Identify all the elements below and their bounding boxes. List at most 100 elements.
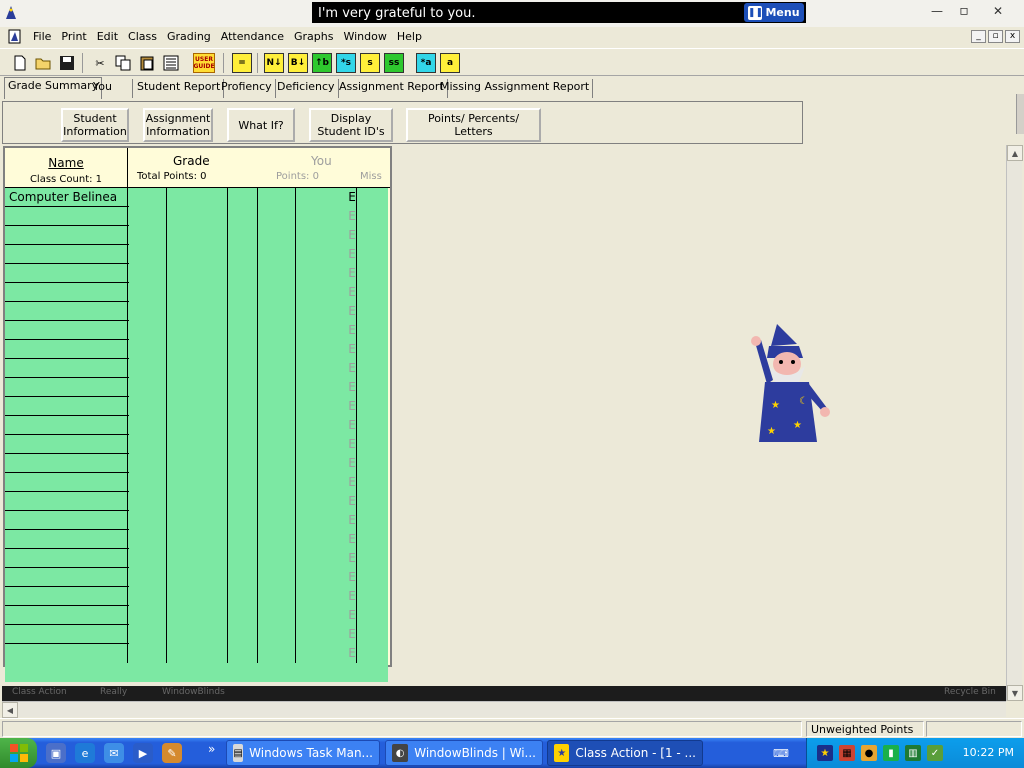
tab-grade-summary[interactable]: Grade Summary bbox=[4, 77, 103, 99]
grade-letter-cell[interactable]: E bbox=[347, 321, 357, 340]
menu-help[interactable]: Help bbox=[392, 30, 427, 43]
outer-scrollbar[interactable] bbox=[1016, 94, 1024, 134]
paint-icon[interactable]: ✎ bbox=[162, 743, 182, 763]
minimize-button[interactable]: — bbox=[925, 3, 949, 19]
star-a-icon[interactable]: *a bbox=[416, 53, 436, 73]
a-icon[interactable]: a bbox=[440, 53, 460, 73]
grade-letter-cell[interactable]: E bbox=[347, 530, 357, 549]
grade-letter-cell[interactable]: E bbox=[347, 283, 357, 302]
tab-deficiency[interactable]: Deficiency bbox=[274, 79, 339, 98]
equals-icon[interactable]: = bbox=[232, 53, 252, 73]
mdi-restore-button[interactable]: ▫ bbox=[988, 30, 1003, 43]
start-button[interactable] bbox=[0, 738, 37, 768]
scroll-down-arrow-icon[interactable]: ▼ bbox=[1007, 685, 1023, 701]
copy-icon[interactable] bbox=[113, 53, 133, 73]
wizard-tray-icon[interactable]: ★ bbox=[817, 745, 833, 761]
tab-you[interactable]: You bbox=[90, 79, 133, 98]
tab-assignment-report[interactable]: Assignment Report bbox=[336, 79, 448, 98]
grade-letter-cell[interactable]: E bbox=[347, 435, 357, 454]
media-player-icon[interactable]: ▶ bbox=[133, 743, 153, 763]
grade-letter-cell[interactable]: E bbox=[347, 359, 357, 378]
scroll-up-arrow-icon[interactable]: ▲ bbox=[1007, 145, 1023, 161]
menu-graphs[interactable]: Graphs bbox=[289, 30, 338, 43]
grade-letter-cell[interactable]: E bbox=[347, 378, 357, 397]
grade-letter-cell[interactable]: E bbox=[347, 302, 357, 321]
s-icon[interactable]: s bbox=[360, 53, 380, 73]
open-folder-icon[interactable] bbox=[34, 53, 54, 73]
network-icon[interactable]: ● bbox=[861, 745, 877, 761]
taskbar-clock[interactable]: 10:22 PM bbox=[963, 746, 1014, 759]
scroll-left-arrow-icon[interactable]: ◀ bbox=[2, 702, 18, 718]
menu-print[interactable]: Print bbox=[56, 30, 91, 43]
save-disk-icon[interactable] bbox=[57, 53, 77, 73]
internet-explorer-icon[interactable]: e bbox=[75, 743, 95, 763]
student-information-button[interactable]: Student Information bbox=[61, 108, 129, 142]
mdi-close-button[interactable]: x bbox=[1005, 30, 1020, 43]
grade-letter-cell[interactable]: E bbox=[347, 625, 357, 644]
app-wizard-icon[interactable] bbox=[2, 3, 20, 21]
points-percents-letters-button[interactable]: Points/ Percents/ Letters bbox=[406, 108, 541, 142]
what-if-button[interactable]: What If? bbox=[227, 108, 295, 142]
assistant-menu-button[interactable]: ❚❚ Menu bbox=[744, 3, 804, 22]
list-icon[interactable] bbox=[161, 53, 181, 73]
security-icon[interactable]: ▦ bbox=[839, 745, 855, 761]
chart-tray-icon[interactable]: ▮ bbox=[883, 745, 899, 761]
grade-letter-cell[interactable]: E bbox=[347, 416, 357, 435]
grade-letter-cell[interactable]: E bbox=[347, 549, 357, 568]
tab-missing-assignment-report[interactable]: Missing Assignment Report bbox=[437, 79, 594, 98]
menu-attendance[interactable]: Attendance bbox=[216, 30, 289, 43]
name-column-header[interactable]: Name bbox=[5, 156, 127, 170]
menu-class[interactable]: Class bbox=[123, 30, 162, 43]
grade-letter-cell[interactable]: E bbox=[347, 587, 357, 606]
grade-letter-cell[interactable]: E bbox=[347, 340, 357, 359]
ss-icon[interactable]: ss bbox=[384, 53, 404, 73]
sort-b-icon[interactable]: B↓ bbox=[288, 53, 308, 73]
mdi-minimize-button[interactable]: _ bbox=[971, 30, 986, 43]
grade-letter-cell[interactable]: E bbox=[347, 606, 357, 625]
tab-student-report[interactable]: Student Report bbox=[134, 79, 225, 98]
assignment-column-header[interactable]: You bbox=[311, 154, 332, 168]
sort-up-icon[interactable]: ↑b bbox=[312, 53, 332, 73]
grade-letter-cell[interactable]: E bbox=[347, 397, 357, 416]
menu-window[interactable]: Window bbox=[338, 30, 391, 43]
menu-file[interactable]: File bbox=[28, 30, 56, 43]
menu-grading[interactable]: Grading bbox=[162, 30, 216, 43]
paste-clipboard-icon[interactable] bbox=[137, 53, 157, 73]
task-windows-task-manager[interactable]: ▤ Windows Task Man... bbox=[226, 740, 380, 766]
explorer-icon[interactable]: ▣ bbox=[46, 743, 66, 763]
grade-letter-cell[interactable]: E bbox=[347, 454, 357, 473]
grade-letter-cell[interactable]: E bbox=[347, 264, 357, 283]
user-guide-icon[interactable]: USER GUIDE bbox=[193, 53, 215, 73]
tab-profiency[interactable]: Profiency bbox=[218, 79, 276, 98]
student-name-cell[interactable]: Computer Belinea bbox=[9, 190, 117, 204]
display-student-ids-button[interactable]: Display Student ID's bbox=[309, 108, 393, 142]
restore-button[interactable]: ▫ bbox=[952, 3, 976, 19]
close-button[interactable]: ✕ bbox=[986, 3, 1010, 19]
star-s-icon[interactable]: *s bbox=[336, 53, 356, 73]
document-icon[interactable] bbox=[6, 29, 24, 45]
grade-letter-cell[interactable]: E bbox=[347, 245, 357, 264]
wizard-assistant-character[interactable]: ★ ★ ★ ☾ bbox=[747, 324, 833, 450]
update-tray-icon[interactable]: ✓ bbox=[927, 745, 943, 761]
grade-letter-cell[interactable]: E bbox=[347, 644, 357, 663]
task-windowblinds[interactable]: ◐ WindowBlinds | Wi... bbox=[385, 740, 543, 766]
grade-letter-cell[interactable]: E bbox=[347, 473, 357, 492]
meter-tray-icon[interactable]: ▥ bbox=[905, 745, 921, 761]
menu-edit[interactable]: Edit bbox=[92, 30, 123, 43]
task-class-action[interactable]: ★ Class Action - [1 - ... bbox=[547, 740, 703, 766]
vertical-scrollbar[interactable]: ▲ ▼ bbox=[1006, 145, 1023, 701]
keyboard-icon[interactable]: ⌨ bbox=[770, 743, 792, 763]
cut-scissors-icon[interactable]: ✂ bbox=[90, 53, 110, 73]
grade-letter-cell[interactable]: E bbox=[347, 226, 357, 245]
grade-letter-cell[interactable]: E bbox=[347, 188, 357, 207]
assignment-information-button[interactable]: Assignment Information bbox=[143, 108, 213, 142]
grade-letter-cell[interactable]: E bbox=[347, 207, 357, 226]
messenger-icon[interactable]: ✉ bbox=[104, 743, 124, 763]
grade-letter-cell[interactable]: E bbox=[347, 511, 357, 530]
grade-letter-cell[interactable]: E bbox=[347, 492, 357, 511]
horizontal-scrollbar[interactable]: ◀ bbox=[2, 701, 1006, 718]
sort-name-icon[interactable]: N↓ bbox=[264, 53, 284, 73]
quicklaunch-overflow-icon[interactable]: » bbox=[208, 742, 215, 756]
new-file-icon[interactable] bbox=[10, 53, 30, 73]
grade-letter-cell[interactable]: E bbox=[347, 568, 357, 587]
